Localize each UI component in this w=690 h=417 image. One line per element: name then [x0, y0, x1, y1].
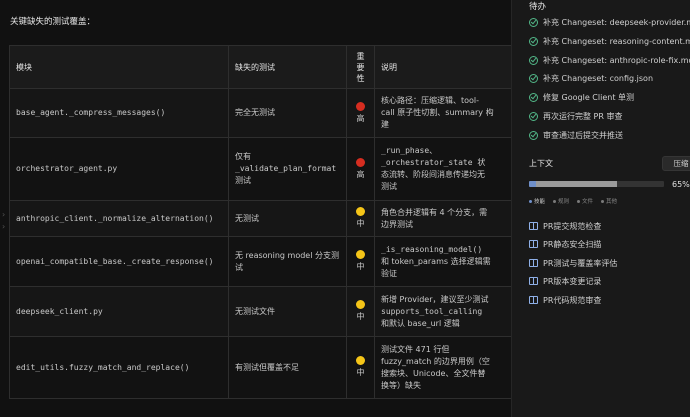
header-desc: 说明 [374, 45, 511, 89]
todo-item[interactable]: 补充 Changeset: deepseek-provider.md [529, 15, 690, 29]
skill-item[interactable]: PR代码规范审查 [529, 293, 601, 307]
severity-medium-icon [356, 300, 365, 309]
cell-missing: 无测试 [228, 200, 347, 237]
coverage-table: 模块 缺失的测试 重 要 性 说明 base_agent._compress_m… [9, 45, 511, 399]
skill-item[interactable]: PR版本变更记录 [529, 274, 601, 288]
legend-item-other: 其他 [601, 197, 617, 205]
todo-item[interactable]: 补充 Changeset: config.json [529, 71, 653, 85]
severity-medium-icon [356, 207, 365, 216]
todo-item[interactable]: 修复 Google Client 单测 [529, 90, 634, 104]
legend-item-files: 文件 [577, 197, 593, 205]
context-usage-bar [529, 181, 664, 187]
cell-module: edit_utils.fuzzy_match_and_replace() [9, 336, 229, 399]
compress-button[interactable]: 压缩 [662, 156, 690, 171]
cell-missing: 无测试文件 [228, 286, 347, 337]
scroll-marker-icon: › [2, 210, 6, 219]
cell-missing: 仅有 _validate_plan_format 测试 [228, 137, 347, 201]
todo-item[interactable]: 补充 Changeset: anthropic-role-fix.md [529, 53, 690, 67]
table-header-row: 模块 缺失的测试 重 要 性 说明 [9, 45, 511, 89]
cell-module: openai_compatible_base._create_response(… [9, 236, 229, 287]
context-usage-fill [529, 181, 617, 187]
legend-dot-icon [577, 199, 581, 203]
cell-desc: _is_reasoning_model() 和 token_params 选择逻… [374, 236, 511, 287]
cell-desc: 角色合并逻辑有 4 个分支，需 边界测试 [374, 200, 511, 237]
todo-title: 待办 [529, 2, 547, 12]
cell-module: deepseek_client.py [9, 286, 229, 337]
book-icon [529, 277, 538, 285]
check-circle-icon [529, 130, 538, 140]
cell-desc: 核心路径：压缩逻辑、tool- call 原子性切割、summary 构 建 [374, 88, 511, 138]
skill-item[interactable]: PR提交规范检查 [529, 219, 601, 233]
cell-missing: 完全无测试 [228, 88, 347, 138]
cell-module: base_agent._compress_messages() [9, 88, 229, 138]
check-circle-icon [529, 111, 538, 121]
check-circle-icon [529, 36, 538, 46]
check-circle-icon [529, 55, 538, 65]
cell-severity: 中 [346, 236, 375, 287]
header-missing: 缺失的测试 [228, 45, 347, 89]
context-title: 上下文 [529, 159, 553, 168]
section-heading: 关键缺失的测试覆盖： [10, 17, 96, 27]
cell-module: orchestrator_agent.py [9, 137, 229, 201]
check-circle-icon [529, 17, 538, 27]
cell-severity: 中 [346, 336, 375, 399]
table-row: orchestrator_agent.py 仅有 _validate_plan_… [9, 137, 511, 201]
table-row: anthropic_client._normalize_alternation(… [9, 200, 511, 237]
todo-item[interactable]: 审查通过后提交并推送 [529, 128, 623, 142]
cell-desc: 新增 Provider，建议至少测试 supports_tool_calling… [374, 286, 511, 337]
legend-dot-icon [601, 199, 605, 203]
main-pane: 关键缺失的测试覆盖： › › 模块 缺失的测试 重 要 性 说明 base_ag… [0, 0, 511, 417]
cell-desc: _run_phase、 _orchestrator_state 状 态流转、阶段… [374, 137, 511, 201]
severity-medium-icon [356, 356, 365, 365]
header-severity: 重 要 性 [346, 45, 375, 89]
table-row: edit_utils.fuzzy_match_and_replace() 有测试… [9, 336, 511, 399]
legend-dot-icon [553, 199, 557, 203]
context-legend: 技能 规则 文件 其他 [529, 197, 617, 205]
book-icon [529, 259, 538, 267]
book-icon [529, 222, 538, 230]
cell-severity: 高 [346, 88, 375, 138]
cell-severity: 中 [346, 286, 375, 337]
cell-missing: 有测试但覆盖不足 [228, 336, 347, 399]
cell-desc: 测试文件 471 行但 fuzzy_match 的边界用例（空 搜索块、Unic… [374, 336, 511, 399]
check-circle-icon [529, 92, 538, 102]
cell-severity: 中 [346, 200, 375, 237]
header-module: 模块 [9, 45, 229, 89]
legend-item-rules: 规则 [553, 197, 569, 205]
legend-dot-icon [529, 199, 532, 203]
scroll-marker-icon: › [2, 222, 6, 231]
check-circle-icon [529, 73, 538, 83]
right-sidebar: 待办 补充 Changeset: deepseek-provider.md 补充… [511, 0, 690, 417]
cell-severity: 高 [346, 137, 375, 201]
cell-missing: 无 reasoning model 分支测 试 [228, 236, 347, 287]
severity-high-icon [356, 157, 365, 167]
cell-module: anthropic_client._normalize_alternation(… [9, 200, 229, 237]
todo-item[interactable]: 补充 Changeset: reasoning-content.md [529, 34, 690, 48]
severity-medium-icon [356, 250, 365, 259]
severity-high-icon [356, 101, 365, 111]
table-row: deepseek_client.py 无测试文件 中 新增 Provider，建… [9, 286, 511, 337]
skill-item[interactable]: PR静态安全扫描 [529, 237, 601, 251]
book-icon [529, 296, 538, 304]
legend-item-skills: 技能 [529, 197, 545, 205]
book-icon [529, 240, 538, 248]
skill-item[interactable]: PR测试与覆盖率评估 [529, 256, 617, 270]
table-row: base_agent._compress_messages() 完全无测试 高 … [9, 88, 511, 138]
table-row: openai_compatible_base._create_response(… [9, 236, 511, 287]
context-usage-percent: 65% [672, 180, 690, 189]
todo-item[interactable]: 再次运行完整 PR 审查 [529, 109, 622, 123]
